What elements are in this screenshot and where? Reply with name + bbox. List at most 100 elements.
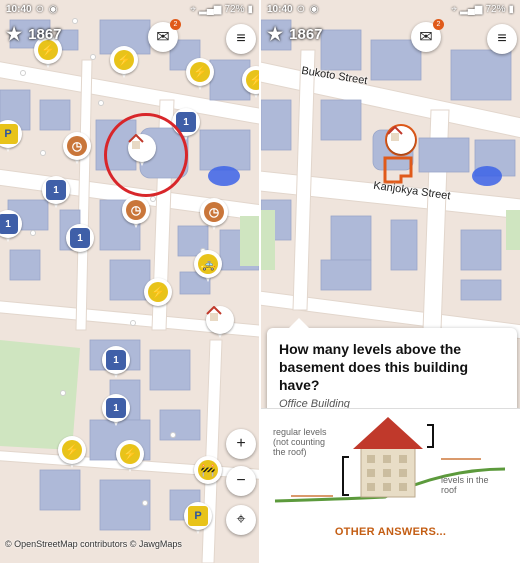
roof-levels-label: levels in the roof	[441, 475, 489, 495]
map-view[interactable]: ⚡ ⚡ ⚡ ⚡ P ◷ 1 1 ◷ ◷ 1 1 🚕 ⚡ 1 1 ⚡ ⚡ 🚧 P	[0, 0, 259, 563]
selected-building-pin[interactable]	[385, 124, 417, 156]
messages-badge: 2	[433, 19, 444, 30]
battery-text: 72%	[224, 3, 245, 15]
parking-icon: P	[188, 506, 208, 526]
menu-button[interactable]: ≡	[226, 24, 256, 54]
level-one-icon: 1	[106, 350, 126, 370]
clock-icon: ◷	[126, 200, 146, 220]
bolt-pin[interactable]: ⚡	[116, 440, 144, 474]
bolt-icon: ⚡	[114, 50, 134, 70]
battery-text: 72%	[485, 3, 506, 15]
level-pin[interactable]: 1	[66, 224, 94, 258]
level-pin[interactable]: 1	[42, 176, 70, 210]
level-one-icon: 1	[0, 214, 18, 234]
level-pin[interactable]: 1	[102, 394, 130, 428]
clock-pin[interactable]: ◷	[63, 132, 91, 166]
notification-icons: ⊙ ◉	[35, 3, 59, 15]
levels-diagram[interactable]: regular levels (not counting the roof) l…	[265, 409, 515, 519]
score-display[interactable]: ★ 1867	[6, 24, 62, 45]
bolt-pin[interactable]: ⚡	[144, 278, 172, 312]
level-one-icon: 1	[46, 180, 66, 200]
parking-pin[interactable]: P	[0, 120, 22, 154]
left-screen: ⚡ ⚡ ⚡ ⚡ P ◷ 1 1 ◷ ◷ 1 1 🚕 ⚡ 1 1 ⚡ ⚡ 🚧 P …	[0, 0, 259, 563]
minus-icon: −	[236, 472, 246, 489]
zoom-out-button[interactable]: −	[226, 466, 256, 496]
messages-button[interactable]: ✉ 2	[148, 19, 181, 52]
status-bar: 10:40 ⊙ ◉ ⌖ ▂▄▆ 72% ▮	[0, 0, 259, 18]
level-one-icon: 1	[70, 228, 90, 248]
right-screen: Bukoto Street Kanjokya Street 10:40 ⊙ ◉ …	[261, 0, 520, 563]
building-levels-illustration	[274, 417, 506, 503]
mail-icon: ✉	[419, 29, 433, 46]
building-icon	[206, 306, 230, 330]
bolt-pin[interactable]: ⚡	[186, 58, 214, 92]
location-icon: ⌖	[451, 3, 457, 15]
bolt-pin[interactable]: ⚡	[110, 46, 138, 80]
map-node[interactable]	[130, 320, 136, 326]
map-node[interactable]	[98, 100, 104, 106]
level-pin[interactable]: 1	[102, 346, 130, 380]
hamburger-icon: ≡	[236, 30, 246, 47]
car-icon: 🚕	[198, 254, 218, 274]
bolt-pin[interactable]: ⚡	[58, 436, 86, 470]
map-node[interactable]	[40, 150, 46, 156]
clock-icon: ◷	[204, 202, 224, 222]
hamburger-icon: ≡	[497, 30, 507, 47]
score-display[interactable]: ★ 1867	[267, 24, 323, 45]
map-node[interactable]	[90, 54, 96, 60]
highlight-circle	[104, 113, 188, 197]
bolt-icon: ⚡	[190, 62, 210, 82]
crosshair-icon: ⌖	[236, 511, 246, 528]
building-icon	[387, 126, 411, 150]
zoom-in-button[interactable]: +	[226, 429, 256, 459]
clock-icon: ◷	[67, 136, 87, 156]
clock-pin[interactable]: ◷	[122, 196, 150, 230]
building-pin[interactable]	[206, 306, 234, 340]
other-answers-button[interactable]: OTHER ANSWERS...	[261, 526, 520, 538]
map-node[interactable]	[142, 500, 148, 506]
menu-button[interactable]: ≡	[487, 24, 517, 54]
barrier-icon: 🚧	[198, 460, 218, 480]
parking-icon: P	[0, 124, 18, 144]
bolt-icon: ⚡	[148, 282, 168, 302]
bolt-icon: ⚡	[120, 444, 140, 464]
notification-icons: ⊙ ◉	[296, 3, 320, 15]
signal-icon: ▂▄▆	[199, 3, 222, 15]
clock-pin[interactable]: ◷	[200, 198, 228, 232]
score-value: 1867	[289, 26, 323, 43]
map-node[interactable]	[72, 18, 78, 24]
regular-levels-label: regular levels (not counting the roof)	[273, 427, 327, 457]
locate-button[interactable]: ⌖	[226, 505, 256, 535]
plus-icon: +	[236, 435, 246, 452]
status-bar: 10:40 ⊙ ◉ ⌖ ▂▄▆ 72% ▮	[261, 0, 520, 18]
map-node[interactable]	[170, 432, 176, 438]
signal-icon: ▂▄▆	[460, 3, 483, 15]
bolt-pin[interactable]: ⚡	[242, 66, 259, 100]
level-pin[interactable]: 1	[0, 210, 22, 244]
map-node[interactable]	[30, 230, 36, 236]
answer-panel: regular levels (not counting the roof) l…	[261, 408, 520, 563]
mail-icon: ✉	[156, 29, 170, 46]
battery-icon: ▮	[508, 3, 514, 15]
location-icon: ⌖	[190, 3, 196, 15]
car-pin[interactable]: 🚕	[194, 250, 222, 284]
star-icon: ★	[267, 24, 284, 44]
bolt-icon: ⚡	[62, 440, 82, 460]
score-value: 1867	[28, 26, 62, 43]
quest-title: How many levels above the basement does …	[279, 341, 469, 393]
status-time: 10:40	[6, 3, 32, 15]
barrier-pin[interactable]: 🚧	[194, 456, 222, 490]
status-time: 10:40	[267, 3, 293, 15]
messages-button[interactable]: ✉ 2	[411, 19, 444, 52]
battery-icon: ▮	[247, 3, 253, 15]
map-node[interactable]	[20, 70, 26, 76]
star-icon: ★	[6, 24, 23, 44]
level-one-icon: 1	[106, 398, 126, 418]
map-attribution[interactable]: © OpenStreetMap contributors © JawgMaps	[5, 539, 182, 549]
map-node[interactable]	[150, 196, 156, 202]
quest-card: How many levels above the basement does …	[267, 318, 517, 420]
bolt-icon: ⚡	[246, 70, 259, 90]
messages-badge: 2	[170, 19, 181, 30]
parking-pin[interactable]: P	[184, 502, 212, 536]
map-node[interactable]	[60, 390, 66, 396]
